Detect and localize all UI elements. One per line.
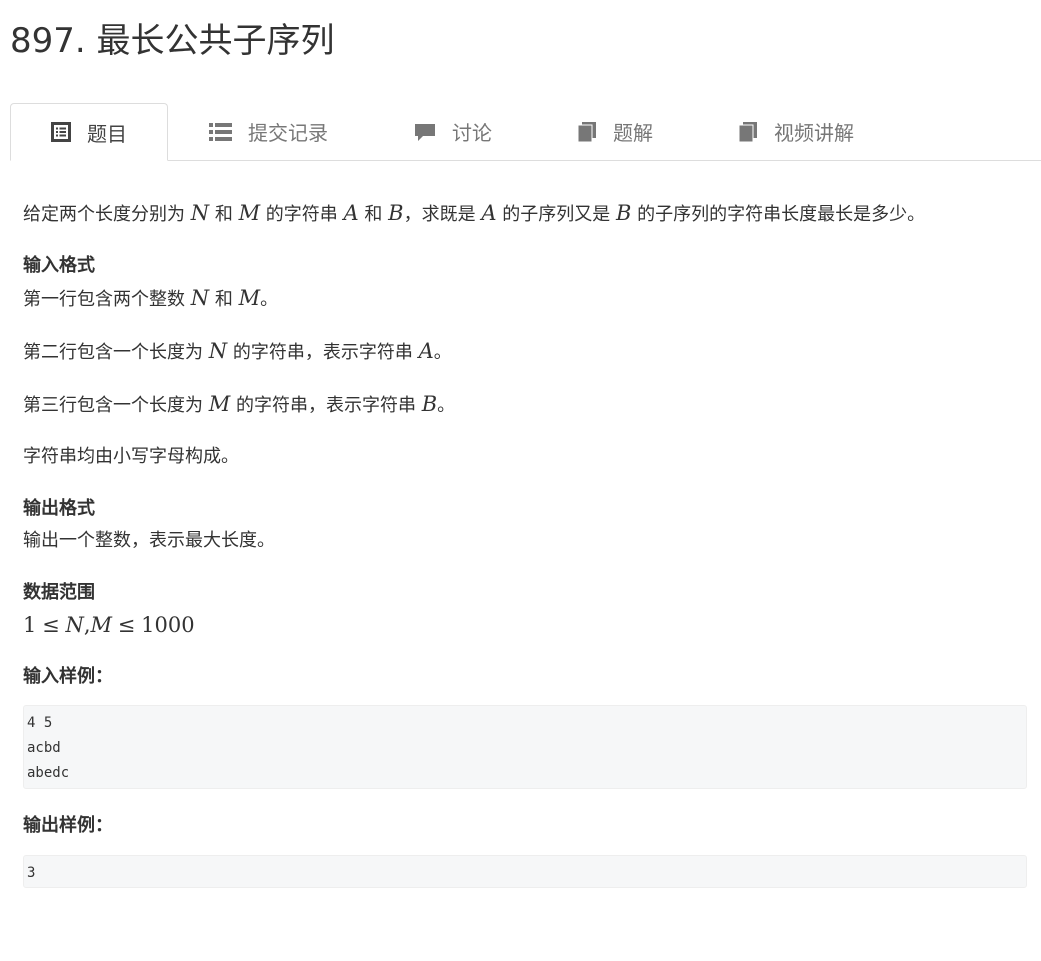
math-var: A: [481, 201, 497, 225]
sample-input-heading: 输入样例：: [23, 666, 113, 687]
math-var: N: [190, 286, 210, 310]
tab-problem[interactable]: 题目: [10, 103, 168, 161]
intro-paragraph: 给定两个长度分别为 N 和 M 的字符串 A 和 B，求既是 A 的子序列又是 …: [23, 196, 1027, 232]
text: 的字符串，表示字符串: [227, 342, 419, 363]
text: 的子序列又是: [496, 204, 616, 225]
input-format-heading: 输入格式: [23, 255, 95, 276]
math-op: ,: [83, 613, 91, 637]
tab-video[interactable]: 视频讲解: [738, 103, 854, 160]
tab-bar: 题目 提交记录 讨论 题解 视频讲解: [10, 103, 1041, 161]
text: 的字符串: [260, 204, 344, 225]
tab-solutions[interactable]: 题解: [577, 103, 653, 160]
tab-label: 视频讲解: [774, 121, 854, 145]
tab-discussion[interactable]: 讨论: [414, 103, 492, 160]
math-var: M: [208, 392, 231, 416]
input-line-4: 字符串均由小写字母构成。: [23, 446, 239, 467]
comment-icon: [415, 123, 435, 141]
input-line-2: 第二行包含一个长度为 N 的字符串，表示字符串 A。: [23, 334, 1027, 370]
math-op: ≤: [117, 613, 136, 637]
sample-output-heading: 输出样例：: [23, 815, 113, 836]
math-var: B: [615, 201, 632, 225]
book-icon: [577, 121, 596, 142]
math-var: N: [190, 201, 210, 225]
page-title: 897. 最长公共子序列: [10, 21, 335, 61]
math-var: A: [418, 339, 434, 363]
data-range: 1 ≤ N,M ≤ 1000: [23, 608, 1027, 644]
math-var: N: [208, 339, 228, 363]
tab-label: 题目: [87, 121, 127, 146]
problem-statement: 给定两个长度分别为 N 和 M 的字符串 A 和 B，求既是 A 的子序列又是 …: [23, 196, 1027, 888]
math-var: N: [65, 613, 84, 637]
tab-label: 提交记录: [248, 121, 328, 145]
tab-label: 讨论: [452, 121, 492, 145]
book-icon: [738, 121, 757, 142]
text: 。: [260, 289, 279, 310]
output-line: 输出一个整数，表示最大长度。: [23, 530, 275, 551]
text: 。: [433, 342, 452, 363]
text: 给定两个长度分别为: [23, 204, 191, 225]
text: ，求既是: [403, 204, 482, 225]
text: 第一行包含两个整数: [23, 289, 191, 310]
text: 第二行包含一个长度为: [23, 342, 209, 363]
math-num: 1: [23, 613, 37, 637]
math-var: M: [238, 201, 261, 225]
text: 的字符串，表示字符串: [230, 395, 422, 416]
list-box-icon: [51, 122, 71, 142]
text: 和: [209, 289, 239, 310]
text: 第三行包含一个长度为: [23, 395, 209, 416]
text: 。: [437, 395, 456, 416]
sample-output-block[interactable]: 3: [23, 855, 1027, 888]
input-line-1: 第一行包含两个整数 N 和 M。: [23, 281, 1027, 317]
math-var: A: [343, 201, 359, 225]
tab-submissions[interactable]: 提交记录: [209, 103, 328, 160]
text: 的子序列的字符串长度最长是多少。: [631, 204, 926, 225]
sample-input-block[interactable]: 4 5 acbd abedc: [23, 705, 1027, 789]
text: 和: [209, 204, 239, 225]
text: 和: [358, 204, 389, 225]
math-var: M: [90, 613, 113, 637]
math-num: 1000: [141, 613, 195, 637]
output-format-heading: 输出格式: [23, 498, 95, 519]
math-var: B: [388, 201, 404, 225]
math-op: ≤: [42, 613, 60, 637]
list-icon: [209, 122, 232, 141]
math-var: M: [238, 286, 261, 310]
input-line-3: 第三行包含一个长度为 M 的字符串，表示字符串 B。: [23, 387, 1027, 423]
tab-label: 题解: [613, 121, 653, 145]
math-var: B: [421, 392, 438, 416]
data-range-heading: 数据范围: [23, 582, 95, 603]
